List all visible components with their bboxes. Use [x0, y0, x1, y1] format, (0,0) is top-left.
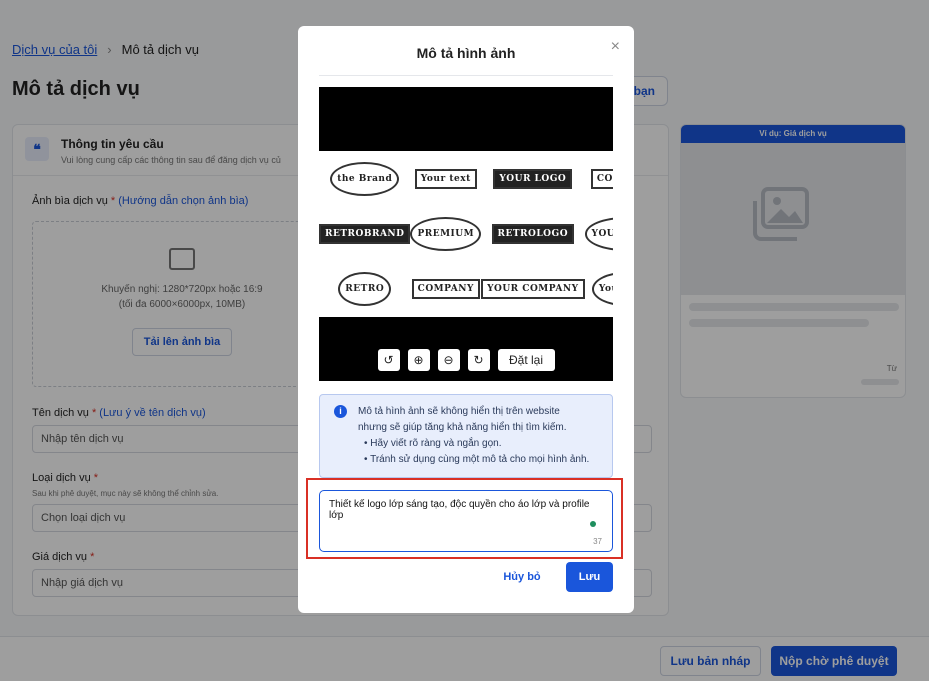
info-line: nhưng sẽ giúp tăng khả năng hiển thị tìm… [358, 422, 567, 433]
modal-divider [319, 75, 613, 76]
cancel-button[interactable]: Hủy bỏ [498, 563, 546, 591]
logo-item: the Brand [319, 151, 410, 206]
logo-item: YOUR LOGO [584, 206, 613, 261]
image-crop-canvas[interactable]: the Brand Your text YOUR LOGO COMPANY RE… [319, 87, 613, 381]
info-bullet: • Hãy viết rõ ràng và ngắn gọn. [364, 438, 502, 449]
reset-button[interactable]: Đặt lại [497, 349, 555, 371]
info-line: Mô tả hình ảnh sẽ không hiển thị trên we… [358, 406, 560, 417]
info-box: i Mô tả hình ảnh sẽ không hiển thị trên … [319, 394, 613, 478]
zoom-in-icon[interactable]: ⊕ [407, 349, 430, 371]
logo-item: RETROBRAND [319, 206, 411, 261]
image-controls: ↺ ⊕ ⊖ ↻ Đặt lại [319, 349, 613, 371]
image-description-modal: Mô tả hình ảnh × the Brand Your text YOU… [298, 26, 634, 613]
info-icon: i [334, 405, 347, 418]
info-bullet: • Tránh sử dụng cùng một mô tả cho mọi h… [364, 454, 590, 465]
status-dot-icon [590, 521, 596, 527]
rotate-right-icon[interactable]: ↻ [467, 349, 490, 371]
textarea-value: Thiết kế logo lớp sáng tạo, độc quyền ch… [329, 499, 590, 521]
logo-item: YOUR COMPANY [481, 262, 585, 317]
logo-collection-image: the Brand Your text YOUR LOGO COMPANY RE… [319, 151, 613, 317]
rotate-left-icon[interactable]: ↺ [377, 349, 400, 371]
char-count: 37 [593, 537, 602, 546]
logo-item: COMPANY [410, 262, 481, 317]
image-description-textarea[interactable]: Thiết kế logo lớp sáng tạo, độc quyền ch… [319, 490, 613, 552]
logo-item: Your logo [585, 262, 613, 317]
logo-item: RETRO [319, 262, 410, 317]
logo-item: YOUR LOGO [481, 151, 584, 206]
close-icon[interactable]: × [611, 38, 620, 56]
logo-item: RETROLOGO [481, 206, 584, 261]
logo-item: PREMIUM [410, 206, 482, 261]
logo-item: Your text [410, 151, 481, 206]
zoom-out-icon[interactable]: ⊖ [437, 349, 460, 371]
modal-title: Mô tả hình ảnh [416, 45, 516, 61]
save-button[interactable]: Lưu [566, 562, 613, 592]
logo-item: COMPANY [585, 151, 613, 206]
